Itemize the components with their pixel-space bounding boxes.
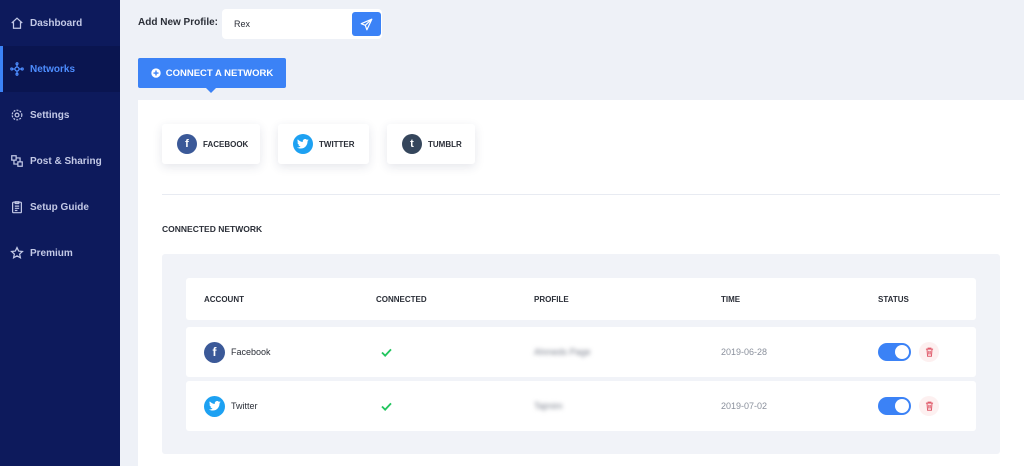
- section-divider: [162, 194, 1000, 195]
- networks-panel: f FACEBOOK TWITTER t TUMBLR CONNECTED NE…: [138, 100, 1024, 466]
- sidebar-item-networks[interactable]: Networks: [0, 46, 120, 92]
- account-name: Twitter: [231, 401, 258, 411]
- connected-network-title: CONNECTED NETWORK: [162, 224, 263, 234]
- connected-time: 2019-06-28: [721, 347, 768, 357]
- toggle-knob: [895, 399, 909, 413]
- account-name: Facebook: [231, 347, 271, 357]
- trash-icon: [925, 347, 933, 357]
- connected-time: 2019-07-02: [721, 401, 768, 411]
- clipboard-icon: [12, 201, 22, 214]
- status-toggle[interactable]: [878, 397, 911, 415]
- table-header: ACCOUNT CONNECTED PROFILE TIME STATUS: [186, 278, 976, 320]
- column-header-time: TIME: [721, 294, 741, 304]
- delete-button[interactable]: [919, 396, 939, 416]
- table-row: f Facebook Ahmeds Page 2019-06-28: [186, 327, 976, 377]
- profile-name: Ahmeds Page: [534, 347, 591, 357]
- status-cell: [878, 327, 939, 377]
- checkmark-icon: [381, 402, 392, 411]
- connect-network-label: CONNECT A NETWORK: [165, 67, 274, 79]
- connect-network-button[interactable]: CONNECT A NETWORK: [138, 58, 286, 93]
- status-toggle[interactable]: [878, 343, 911, 361]
- star-icon: [10, 246, 24, 260]
- sidebar-item-label: Post & Sharing: [30, 155, 102, 167]
- main-content: Add New Profile: CONNECT A NETWORK f FAC…: [120, 0, 1024, 466]
- connected-cell: [381, 381, 392, 431]
- paper-plane-icon: [360, 18, 373, 30]
- network-card-label: FACEBOOK: [203, 139, 249, 149]
- connected-cell: [381, 327, 392, 377]
- plus-circle-icon: [151, 68, 161, 78]
- sidebar-item-post-sharing[interactable]: Post & Sharing: [0, 138, 120, 184]
- twitter-icon: [204, 395, 225, 417]
- gear-icon: [11, 109, 23, 121]
- network-icon: [10, 62, 24, 76]
- sidebar-item-label: Settings: [30, 109, 70, 121]
- add-profile-label: Add New Profile:: [138, 17, 219, 28]
- sidebar-item-label: Networks: [30, 63, 76, 75]
- facebook-icon: f: [204, 341, 225, 363]
- tumblr-icon: t: [402, 134, 422, 154]
- connected-network-table: ACCOUNT CONNECTED PROFILE TIME STATUS f …: [162, 254, 1000, 454]
- sidebar-item-premium[interactable]: Premium: [0, 230, 120, 276]
- network-card-facebook[interactable]: f FACEBOOK: [162, 124, 260, 164]
- trash-icon: [925, 401, 933, 411]
- delete-button[interactable]: [919, 342, 939, 362]
- dropdown-caret: [206, 88, 216, 93]
- home-icon: [11, 17, 23, 29]
- profile-name: Tajmim: [534, 401, 563, 411]
- network-card-label: TUMBLR: [428, 139, 462, 149]
- twitter-icon: [293, 134, 313, 154]
- network-card-label: TWITTER: [319, 139, 355, 149]
- status-cell: [878, 381, 939, 431]
- sidebar-item-settings[interactable]: Settings: [0, 92, 120, 138]
- sidebar: Dashboard Networks Settings Post & Shari…: [0, 0, 120, 466]
- account-cell: f Facebook: [204, 327, 271, 377]
- column-header-account: ACCOUNT: [204, 294, 244, 304]
- sidebar-item-label: Dashboard: [30, 17, 83, 29]
- sidebar-item-label: Setup Guide: [30, 201, 89, 213]
- table-row: Twitter Tajmim 2019-07-02: [186, 381, 976, 431]
- add-profile-submit-button[interactable]: [352, 12, 381, 36]
- sidebar-item-setup-guide[interactable]: Setup Guide: [0, 184, 120, 230]
- column-header-connected: CONNECTED: [376, 294, 427, 304]
- toggle-knob: [895, 345, 909, 359]
- column-header-profile: PROFILE: [534, 294, 569, 304]
- account-cell: Twitter: [204, 381, 258, 431]
- column-header-status: STATUS: [878, 294, 909, 304]
- network-card-twitter[interactable]: TWITTER: [278, 124, 369, 164]
- network-card-tumblr[interactable]: t TUMBLR: [387, 124, 475, 164]
- facebook-icon: f: [177, 134, 197, 154]
- sidebar-item-dashboard[interactable]: Dashboard: [0, 0, 120, 46]
- share-icon: [11, 155, 23, 167]
- checkmark-icon: [381, 348, 392, 357]
- sidebar-item-label: Premium: [30, 247, 73, 259]
